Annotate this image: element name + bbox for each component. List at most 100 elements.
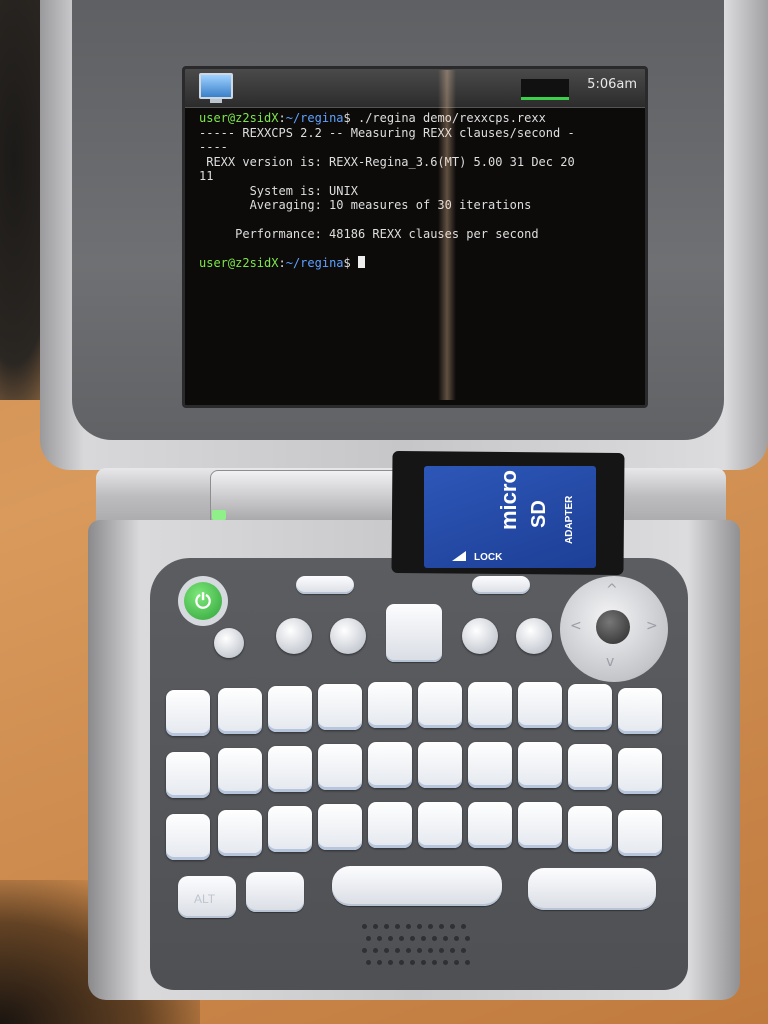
symbol-key[interactable] (246, 872, 304, 912)
dpad-up-icon: ^ (606, 582, 618, 598)
taskbar-clock: 5:06am (587, 77, 637, 92)
speaker-hole (399, 960, 404, 965)
speaker-hole (362, 948, 367, 953)
speaker-hole (461, 948, 466, 953)
enter-key[interactable] (528, 868, 656, 910)
speaker-hole (454, 936, 459, 941)
function-button-4[interactable] (516, 618, 552, 654)
keyboard-key[interactable] (166, 752, 210, 798)
speaker-hole (384, 948, 389, 953)
speaker-hole (395, 924, 400, 929)
dpad-down-icon: v (606, 654, 615, 670)
dpad-left-icon: < (570, 618, 582, 634)
speaker-hole (465, 960, 470, 965)
screen-glare (438, 70, 456, 400)
keyboard-key[interactable] (518, 742, 562, 788)
keyboard-key[interactable] (518, 682, 562, 728)
status-led (212, 510, 226, 520)
function-button-3[interactable] (462, 618, 498, 654)
prompt-end: $ (343, 256, 351, 270)
terminal-line: REXX version is: REXX-Regina_3.6(MT) 5.0… (199, 154, 575, 169)
sd-lock-text: LOCK (474, 552, 503, 563)
keyboard-key[interactable] (318, 744, 362, 790)
keyboard-key[interactable] (418, 742, 462, 788)
prompt-user: user@z2sidX (199, 111, 279, 125)
prompt-path: ~/regina (285, 111, 344, 125)
keyboard-key[interactable] (218, 688, 262, 734)
speaker-hole (450, 924, 455, 929)
speaker-hole (366, 960, 371, 965)
speaker-hole (443, 936, 448, 941)
battery-indicator (521, 79, 569, 100)
soft-key-left[interactable] (296, 576, 354, 594)
prompt-path: ~/regina (285, 256, 344, 270)
terminal-line: ----- REXXCPS 2.2 -- Measuring REXX clau… (199, 125, 575, 140)
function-button-1[interactable] (276, 618, 312, 654)
keyboard-key[interactable] (318, 684, 362, 730)
lock-arrow-icon (452, 551, 466, 561)
speaker-hole (406, 924, 411, 929)
speaker-hole (388, 960, 393, 965)
keyboard-key[interactable] (468, 682, 512, 728)
keyboard-key[interactable] (368, 802, 412, 848)
speaker-hole (417, 948, 422, 953)
speaker-hole (439, 948, 444, 953)
terminal-line: Averaging: 10 measures of 30 iterations (199, 198, 532, 212)
keyboard-key[interactable] (418, 802, 462, 848)
keyboard-key[interactable] (368, 682, 412, 728)
speaker-hole (454, 960, 459, 965)
keyboard-key[interactable] (468, 802, 512, 848)
keyboard-key[interactable] (166, 814, 210, 860)
keyboard-key[interactable] (368, 742, 412, 788)
speaker-hole (432, 936, 437, 941)
keyboard-key[interactable] (618, 688, 662, 734)
keyboard-key[interactable] (618, 748, 662, 794)
terminal-line: 11 (199, 169, 214, 183)
space-bar[interactable] (332, 866, 502, 906)
keyboard-key[interactable] (568, 744, 612, 790)
speaker-hole (384, 924, 389, 929)
speaker-hole (450, 948, 455, 953)
terminal-line: ---- (199, 140, 228, 154)
soft-key-right[interactable] (472, 576, 530, 594)
speaker-grille (362, 924, 474, 974)
function-button-2[interactable] (330, 618, 366, 654)
keyboard-key[interactable] (268, 686, 312, 732)
terminal-line: Performance: 48186 REXX clauses per seco… (199, 227, 539, 241)
center-select-button[interactable] (386, 604, 442, 662)
speaker-hole (410, 960, 415, 965)
prompt-sep: : (278, 256, 286, 270)
dpad-center-button[interactable] (596, 610, 630, 644)
keyboard-key[interactable] (518, 802, 562, 848)
speaker-hole (461, 924, 466, 929)
keyboard-key[interactable] (418, 682, 462, 728)
keyboard-key[interactable] (568, 684, 612, 730)
computer-icon[interactable] (199, 73, 233, 103)
device-screen: 5:06am user@z2sidX:~/regina$ ./regina de… (182, 66, 648, 408)
speaker-hole (439, 924, 444, 929)
speaker-hole (417, 924, 422, 929)
speaker-hole (377, 936, 382, 941)
keyboard-key[interactable] (268, 746, 312, 792)
sd-brand-logo: SD (528, 500, 550, 528)
speaker-hole (443, 960, 448, 965)
keyboard-key[interactable] (468, 742, 512, 788)
speaker-hole (421, 936, 426, 941)
keyboard-key[interactable] (618, 810, 662, 856)
keyboard-key[interactable] (318, 804, 362, 850)
speaker-hole (362, 924, 367, 929)
power-button[interactable]: ⏻ (184, 582, 222, 620)
speaker-hole (410, 936, 415, 941)
small-round-button[interactable] (214, 628, 244, 658)
alt-key-label: ALT (194, 892, 216, 906)
keyboard-key[interactable] (218, 810, 262, 856)
prompt-sep: : (278, 111, 286, 125)
terminal-cursor (357, 256, 365, 268)
terminal-output[interactable]: user@z2sidX:~/regina$ ./regina demo/rexx… (199, 111, 635, 271)
keyboard-key[interactable] (218, 748, 262, 794)
speaker-hole (428, 948, 433, 953)
speaker-hole (406, 948, 411, 953)
keyboard-key[interactable] (568, 806, 612, 852)
keyboard-key[interactable] (268, 806, 312, 852)
keyboard-key[interactable] (166, 690, 210, 736)
